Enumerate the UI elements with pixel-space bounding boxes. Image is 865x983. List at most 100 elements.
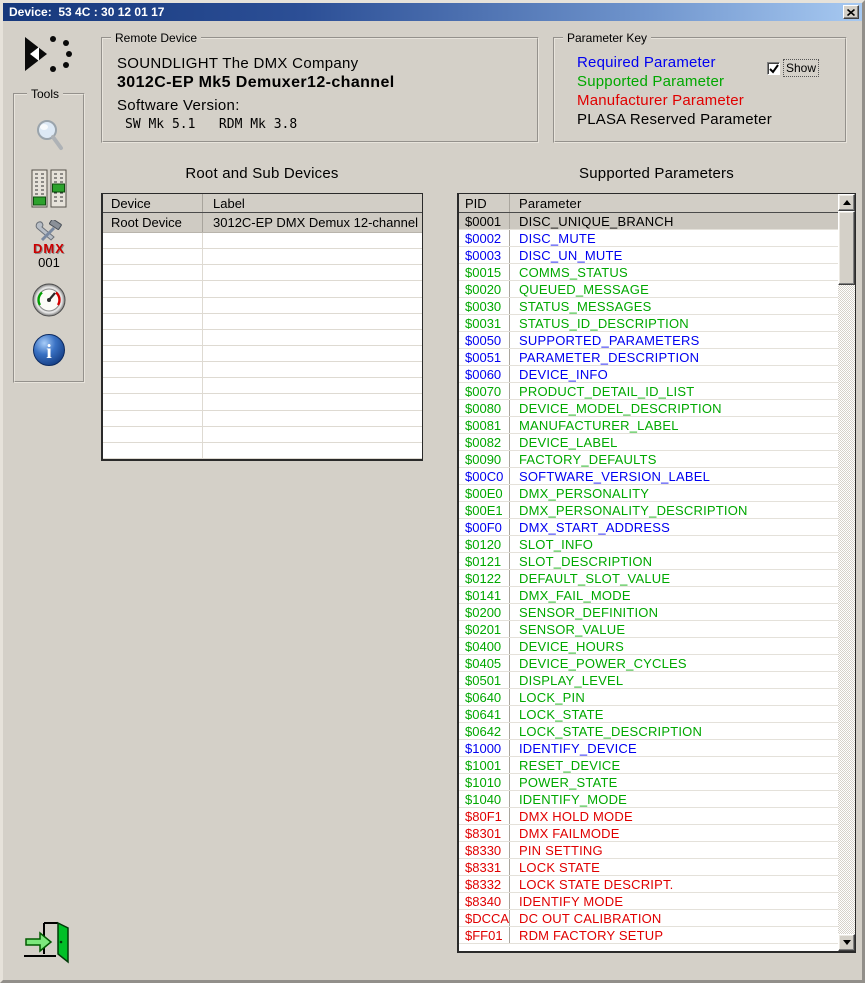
parameter-row[interactable]: $0400 DEVICE_HOURS (459, 638, 838, 655)
parameter-row[interactable]: $DCCA DC OUT CALIBRATION (459, 910, 838, 927)
parameter-row[interactable]: $0200 SENSOR_DEFINITION (459, 604, 838, 621)
device-empty-row[interactable] (103, 394, 422, 410)
parameter-row[interactable]: $00E0 DMX_PERSONALITY (459, 485, 838, 502)
device-empty-row[interactable] (103, 443, 422, 459)
devices-column-label[interactable]: Label (203, 196, 245, 211)
parameter-name-cell: LOCK_PIN (510, 690, 585, 705)
parameter-row[interactable]: $8340 IDENTIFY MODE (459, 893, 838, 910)
parameter-row[interactable]: $0120 SLOT_INFO (459, 536, 838, 553)
scrollbar-thumb[interactable] (838, 211, 855, 285)
parameter-row[interactable]: $0141 DMX_FAIL_MODE (459, 587, 838, 604)
software-version-label: Software Version: (117, 97, 240, 114)
device-empty-row[interactable] (103, 427, 422, 443)
device-empty-row[interactable] (103, 233, 422, 249)
parameter-row[interactable]: $0122 DEFAULT_SLOT_VALUE (459, 570, 838, 587)
parameter-row[interactable]: $0201 SENSOR_VALUE (459, 621, 838, 638)
parameters-column-parameter[interactable]: Parameter (510, 196, 582, 211)
parameter-row[interactable]: $0090 FACTORY_DEFAULTS (459, 451, 838, 468)
parameter-row[interactable]: $0002 DISC_MUTE (459, 230, 838, 247)
parameters-column-pid[interactable]: PID (459, 194, 510, 212)
info-tool-button[interactable]: i (15, 333, 83, 367)
device-empty-row[interactable] (103, 330, 422, 346)
remote-device-group: Remote Device SOUNDLIGHT The DMX Company… (101, 37, 539, 143)
gauge-tool-button[interactable] (15, 283, 83, 317)
parameter-pid-cell: $0050 (459, 332, 510, 348)
parameter-pid-cell: $0200 (459, 604, 510, 620)
parameter-row[interactable]: $00F0 DMX_START_ADDRESS (459, 519, 838, 536)
parameter-row[interactable]: $0060 DEVICE_INFO (459, 366, 838, 383)
device-row-root[interactable]: Root Device 3012C-EP DMX Demux 12-channe… (103, 213, 422, 233)
parameter-row[interactable]: $0030 STATUS_MESSAGES (459, 298, 838, 315)
titlebar[interactable]: Device: 53 4C : 30 12 01 17 (3, 3, 862, 21)
parameter-row[interactable]: $1001 RESET_DEVICE (459, 757, 838, 774)
exit-button[interactable] (22, 921, 70, 970)
parameter-name-cell: SENSOR_VALUE (510, 622, 625, 637)
parameter-row[interactable]: $0001 DISC_UNIQUE_BRANCH (459, 213, 838, 230)
parameter-row[interactable]: $1000 IDENTIFY_DEVICE (459, 740, 838, 757)
parameter-row[interactable]: $8331 LOCK STATE (459, 859, 838, 876)
parameter-name-cell: SLOT_DESCRIPTION (510, 554, 652, 569)
parameter-row[interactable]: $8330 PIN SETTING (459, 842, 838, 859)
device-empty-row[interactable] (103, 249, 422, 265)
parameter-row[interactable]: $00C0 SOFTWARE_VERSION_LABEL (459, 468, 838, 485)
devices-column-device[interactable]: Device (103, 194, 203, 212)
parameter-row[interactable]: $0640 LOCK_PIN (459, 689, 838, 706)
parameter-pid-cell: $00C0 (459, 468, 510, 484)
parameter-name-cell: POWER_STATE (510, 775, 618, 790)
remote-device-group-label: Remote Device (111, 31, 201, 45)
parameter-row[interactable]: $00E1 DMX_PERSONALITY_DESCRIPTION (459, 502, 838, 519)
parameter-row[interactable]: $0050 SUPPORTED_PARAMETERS (459, 332, 838, 349)
parameters-scrollbar[interactable] (838, 194, 855, 951)
parameter-pid-cell: $0051 (459, 349, 510, 365)
parameter-row[interactable]: $0641 LOCK_STATE (459, 706, 838, 723)
scroll-down-button[interactable] (838, 934, 855, 951)
show-checkbox[interactable] (767, 62, 780, 75)
parameter-row[interactable]: $8301 DMX FAILMODE (459, 825, 838, 842)
device-empty-row[interactable] (103, 362, 422, 378)
parameter-pid-cell: $80F1 (459, 808, 510, 824)
soundlight-logo (23, 33, 75, 80)
device-empty-row[interactable] (103, 314, 422, 330)
parameter-row[interactable]: $0405 DEVICE_POWER_CYCLES (459, 655, 838, 672)
svg-text:i: i (46, 341, 52, 363)
parameter-name-cell: SENSOR_DEFINITION (510, 605, 658, 620)
search-tool-button[interactable] (15, 118, 83, 154)
device-empty-row[interactable] (103, 378, 422, 394)
parameter-row[interactable]: $80F1 DMX HOLD MODE (459, 808, 838, 825)
show-checkbox-label[interactable]: Show (784, 60, 818, 76)
device-empty-row[interactable] (103, 346, 422, 362)
parameter-pid-cell: $0002 (459, 230, 510, 246)
parameter-row[interactable]: $1040 IDENTIFY_MODE (459, 791, 838, 808)
scroll-up-button[interactable] (838, 194, 855, 211)
parameter-row[interactable]: $0081 MANUFACTURER_LABEL (459, 417, 838, 434)
parameter-row[interactable]: $0642 LOCK_STATE_DESCRIPTION (459, 723, 838, 740)
parameter-row[interactable]: $0082 DEVICE_LABEL (459, 434, 838, 451)
parameter-row[interactable]: $0070 PRODUCT_DETAIL_ID_LIST (459, 383, 838, 400)
parameter-row[interactable]: $8332 LOCK STATE DESCRIPT. (459, 876, 838, 893)
parameter-name-cell: DISPLAY_LEVEL (510, 673, 623, 688)
parameter-row[interactable]: $0501 DISPLAY_LEVEL (459, 672, 838, 689)
device-name-cell: Root Device (103, 213, 203, 232)
parameter-row[interactable]: $0020 QUEUED_MESSAGE (459, 281, 838, 298)
parameter-row[interactable]: $FF01 RDM FACTORY SETUP (459, 927, 838, 944)
parameter-row[interactable]: $1010 POWER_STATE (459, 774, 838, 791)
close-button[interactable] (843, 5, 859, 19)
parameter-name-cell: DC OUT CALIBRATION (510, 911, 662, 926)
parameter-name-cell: SOFTWARE_VERSION_LABEL (510, 469, 710, 484)
device-empty-row[interactable] (103, 411, 422, 427)
parameter-row[interactable]: $0015 COMMS_STATUS (459, 264, 838, 281)
checkmark-icon (769, 64, 779, 74)
parameter-row[interactable]: $0031 STATUS_ID_DESCRIPTION (459, 315, 838, 332)
parameter-name-cell: DISC_UNIQUE_BRANCH (510, 214, 674, 229)
device-empty-row[interactable] (103, 265, 422, 281)
dmx-setup-tool-button[interactable]: DMX 001 (15, 220, 83, 270)
parameter-pid-cell: $0201 (459, 621, 510, 637)
parameter-row[interactable]: $0051 PARAMETER_DESCRIPTION (459, 349, 838, 366)
device-empty-row[interactable] (103, 281, 422, 297)
parameter-row[interactable]: $0003 DISC_UN_MUTE (459, 247, 838, 264)
parameter-name-cell: LOCK_STATE (510, 707, 604, 722)
parameter-row[interactable]: $0080 DEVICE_MODEL_DESCRIPTION (459, 400, 838, 417)
parameter-row[interactable]: $0121 SLOT_DESCRIPTION (459, 553, 838, 570)
faders-tool-button[interactable] (15, 169, 83, 209)
device-empty-row[interactable] (103, 298, 422, 314)
